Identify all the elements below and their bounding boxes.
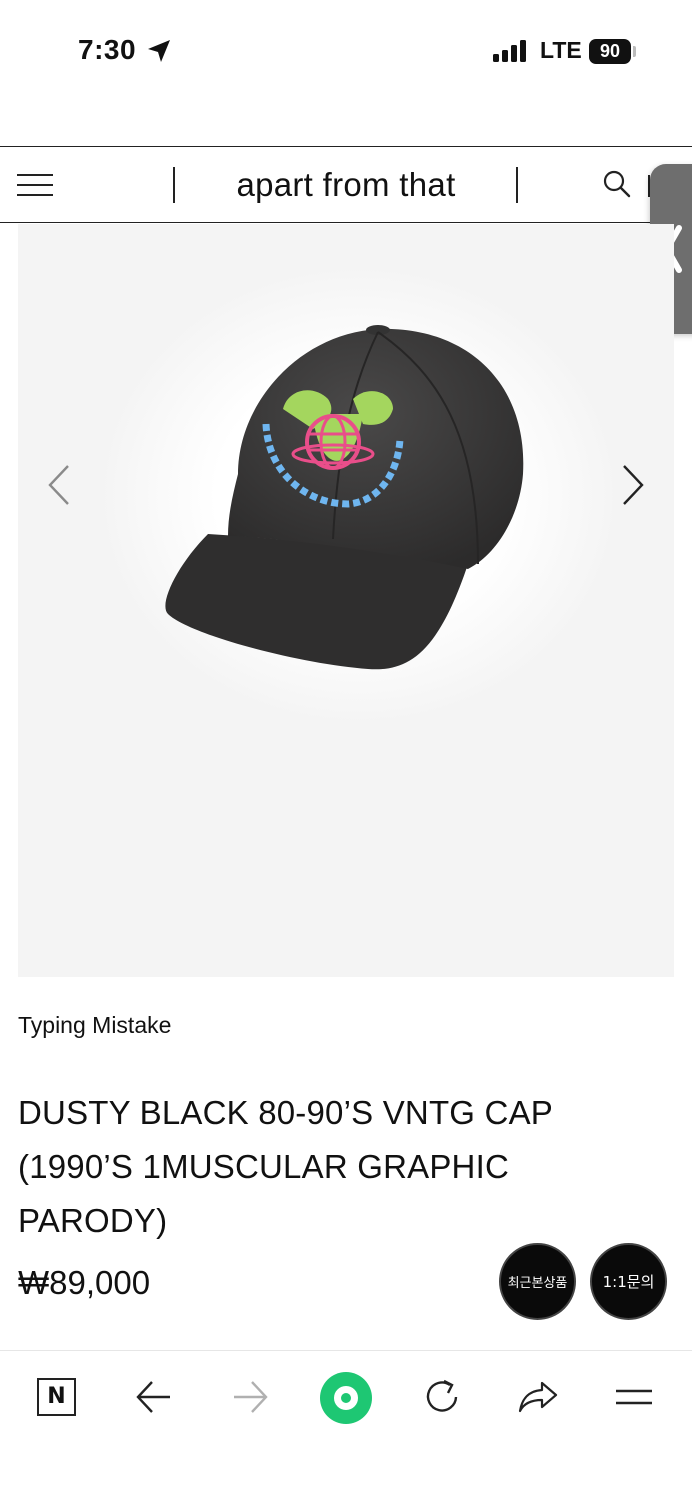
browser-toolbar: N (0, 1350, 692, 1500)
product-name: DUSTY BLACK 80-90’S VNTG CAP (1990’S 1MU… (18, 1094, 553, 1239)
battery-indicator: 90 (589, 39, 631, 64)
signal-icon (493, 40, 526, 62)
product-price: ₩89,000 (18, 1264, 151, 1301)
hamburger-menu-icon[interactable] (17, 172, 53, 198)
recently-viewed-button[interactable]: 최근본상품 (499, 1243, 576, 1320)
site-header: apart from that (0, 146, 692, 223)
battery-nub (633, 46, 636, 57)
location-arrow-icon (148, 40, 170, 62)
naver-green-dot-button[interactable] (320, 1372, 372, 1424)
header-divider-left (173, 167, 175, 203)
network-label: LTE (540, 37, 582, 63)
back-arrow-icon[interactable] (134, 1375, 174, 1419)
search-icon[interactable] (602, 169, 632, 199)
share-icon[interactable] (516, 1375, 560, 1419)
forward-arrow-icon[interactable] (230, 1375, 270, 1419)
header-divider-right (516, 167, 518, 203)
status-time: 7:30 (78, 34, 137, 65)
naver-home-button[interactable]: N (37, 1378, 76, 1416)
refresh-icon[interactable] (420, 1375, 464, 1419)
one-to-one-inquiry-button[interactable]: 1:1문의 (590, 1243, 667, 1320)
green-dot-inner (334, 1386, 358, 1410)
status-bar: 7:30 LTE 90 (0, 0, 692, 100)
carousel-next-arrow-icon[interactable] (616, 462, 650, 508)
product-image-carousel[interactable] (18, 224, 674, 977)
product-brand[interactable]: Typing Mistake (18, 1012, 171, 1039)
product-photo (165, 325, 524, 670)
site-title[interactable]: apart from that (178, 166, 514, 204)
carousel-prev-arrow-icon[interactable] (42, 462, 76, 508)
more-menu-icon[interactable] (612, 1375, 656, 1419)
